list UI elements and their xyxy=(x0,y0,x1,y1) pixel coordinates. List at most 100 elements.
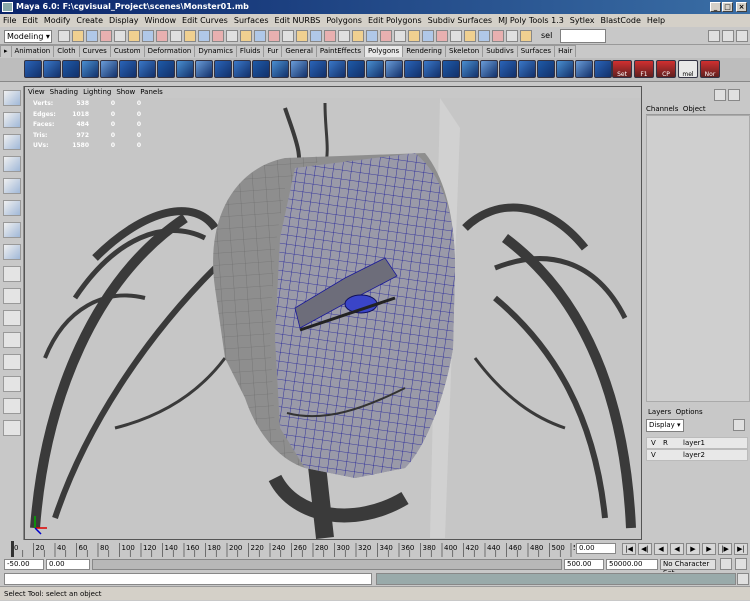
menu-surfaces[interactable]: Surfaces xyxy=(234,16,269,25)
menu-sytlex[interactable]: Sytlex xyxy=(570,16,595,25)
menu-window[interactable]: Window xyxy=(145,16,177,25)
shelf-tab-surfaces[interactable]: Surfaces xyxy=(516,45,556,57)
layout-persp-icon[interactable] xyxy=(3,332,21,348)
menu-modify[interactable]: Modify xyxy=(44,16,71,25)
script-editor-icon[interactable] xyxy=(737,573,749,585)
channel-box-layout-icon[interactable] xyxy=(714,89,726,101)
poly-tool-icon[interactable] xyxy=(119,60,137,78)
status-tool-icon[interactable] xyxy=(282,30,294,42)
shelf-tab-painteffects[interactable]: PaintEffects xyxy=(315,45,366,57)
layout-outliner-icon[interactable] xyxy=(3,354,21,370)
status-tool-icon[interactable] xyxy=(72,30,84,42)
channels-menu[interactable]: Channels xyxy=(646,105,678,113)
menu-display[interactable]: Display xyxy=(109,16,139,25)
layer-reference-toggle[interactable]: R xyxy=(663,438,668,448)
panel-menu-shading[interactable]: Shading xyxy=(50,88,78,96)
close-button[interactable]: × xyxy=(736,2,747,12)
create-layer-icon[interactable] xyxy=(733,419,745,431)
poly-tool-icon[interactable] xyxy=(537,60,555,78)
menu-help[interactable]: Help xyxy=(647,16,665,25)
status-tool-icon[interactable] xyxy=(310,30,322,42)
poly-tool-icon[interactable] xyxy=(499,60,517,78)
rotate-tool-icon[interactable] xyxy=(3,178,21,194)
shelf-tab-fluids[interactable]: Fluids xyxy=(235,45,265,57)
shelf-tab-custom[interactable]: Custom xyxy=(109,45,145,57)
poly-tool-icon[interactable] xyxy=(309,60,327,78)
poly-tool-icon[interactable] xyxy=(385,60,403,78)
menu-edit-polygons[interactable]: Edit Polygons xyxy=(368,16,422,25)
status-tool-icon[interactable] xyxy=(520,30,532,42)
paint-select-icon[interactable] xyxy=(3,134,21,150)
status-tool-icon[interactable] xyxy=(170,30,182,42)
status-tool-icon[interactable] xyxy=(296,30,308,42)
channel-box-float-icon[interactable] xyxy=(728,89,740,101)
status-tool-icon[interactable] xyxy=(394,30,406,42)
poly-tool-icon[interactable] xyxy=(233,60,251,78)
panel-menu-lighting[interactable]: Lighting xyxy=(83,88,111,96)
current-frame-marker[interactable] xyxy=(11,541,14,557)
shelf-tab-curves[interactable]: Curves xyxy=(78,45,111,57)
options-menu[interactable]: Options xyxy=(676,408,703,416)
status-tool-icon[interactable] xyxy=(254,30,266,42)
poly-tool-icon[interactable] xyxy=(100,60,118,78)
status-tool-icon[interactable] xyxy=(156,30,168,42)
poly-tool-icon[interactable] xyxy=(575,60,593,78)
status-tool-icon[interactable] xyxy=(268,30,280,42)
layout-side-icon[interactable] xyxy=(3,310,21,326)
shelf-tab-animation[interactable]: Animation xyxy=(10,45,55,57)
poly-tool-icon[interactable] xyxy=(442,60,460,78)
layout-more-icon[interactable] xyxy=(3,420,21,436)
current-time-field[interactable]: 0.00 xyxy=(576,543,616,554)
poly-tool-icon[interactable] xyxy=(81,60,99,78)
layers-menu[interactable]: Layers xyxy=(648,408,671,416)
object-menu[interactable]: Object xyxy=(683,105,706,113)
menu-subdiv-surfaces[interactable]: Subdiv Surfaces xyxy=(428,16,492,25)
show-hide-editor-icon[interactable] xyxy=(708,30,720,42)
panel-menu-show[interactable]: Show xyxy=(116,88,135,96)
status-tool-icon[interactable] xyxy=(58,30,70,42)
key-icon[interactable] xyxy=(720,558,732,570)
poly-tool-icon[interactable] xyxy=(195,60,213,78)
shelf-button-set[interactable]: Set xyxy=(612,60,632,78)
status-tool-icon[interactable] xyxy=(492,30,504,42)
move-tool-icon[interactable] xyxy=(3,156,21,172)
shelf-tab-polygons[interactable]: Polygons xyxy=(364,45,404,57)
layout-four-icon[interactable] xyxy=(3,288,21,304)
play-forward-button[interactable]: ▶ xyxy=(686,543,700,555)
layer-row[interactable]: V Rlayer1 xyxy=(646,437,748,449)
step-forward-key-button[interactable]: |▶ xyxy=(718,543,732,555)
shelf-tab-general[interactable]: General xyxy=(281,45,317,57)
status-tool-icon[interactable] xyxy=(380,30,392,42)
playback-start-field[interactable]: 0.00 xyxy=(46,559,90,570)
go-start-button[interactable]: |◀ xyxy=(622,543,636,555)
mel-input[interactable] xyxy=(4,573,372,585)
poly-tool-icon[interactable] xyxy=(252,60,270,78)
step-back-button[interactable]: ◀ xyxy=(654,543,668,555)
poly-tool-icon[interactable] xyxy=(271,60,289,78)
shelf-button-nor[interactable]: Nor xyxy=(700,60,720,78)
poly-tool-icon[interactable] xyxy=(594,60,612,78)
shelf-tab-dynamics[interactable]: Dynamics xyxy=(194,45,237,57)
shelf-tab-rendering[interactable]: Rendering xyxy=(402,45,446,57)
step-back-key-button[interactable]: ◀| xyxy=(638,543,652,555)
layer-visibility-toggle[interactable]: V xyxy=(651,450,656,460)
scale-tool-icon[interactable] xyxy=(3,200,21,216)
panel-menu-panels[interactable]: Panels xyxy=(140,88,163,96)
status-tool-icon[interactable] xyxy=(86,30,98,42)
play-back-button[interactable]: ◀ xyxy=(670,543,684,555)
status-tool-icon[interactable] xyxy=(226,30,238,42)
playback-end-field[interactable]: 500.00 xyxy=(564,559,604,570)
menu-mj-poly-tools-1-3[interactable]: MJ Poly Tools 1.3 xyxy=(498,16,564,25)
shelf-button-mel-button[interactable]: mel button xyxy=(678,60,698,78)
status-tool-icon[interactable] xyxy=(422,30,434,42)
menu-file[interactable]: File xyxy=(3,16,16,25)
poly-tool-icon[interactable] xyxy=(62,60,80,78)
status-tool-icon[interactable] xyxy=(436,30,448,42)
shelf-tab-fur[interactable]: Fur xyxy=(263,45,283,57)
anim-end-field[interactable]: 50000.00 xyxy=(606,559,658,570)
manipulator-icon[interactable] xyxy=(3,222,21,238)
mode-select[interactable]: Modeling ▾ xyxy=(4,30,52,43)
poly-tool-icon[interactable] xyxy=(157,60,175,78)
poly-tool-icon[interactable] xyxy=(461,60,479,78)
status-tool-icon[interactable] xyxy=(338,30,350,42)
